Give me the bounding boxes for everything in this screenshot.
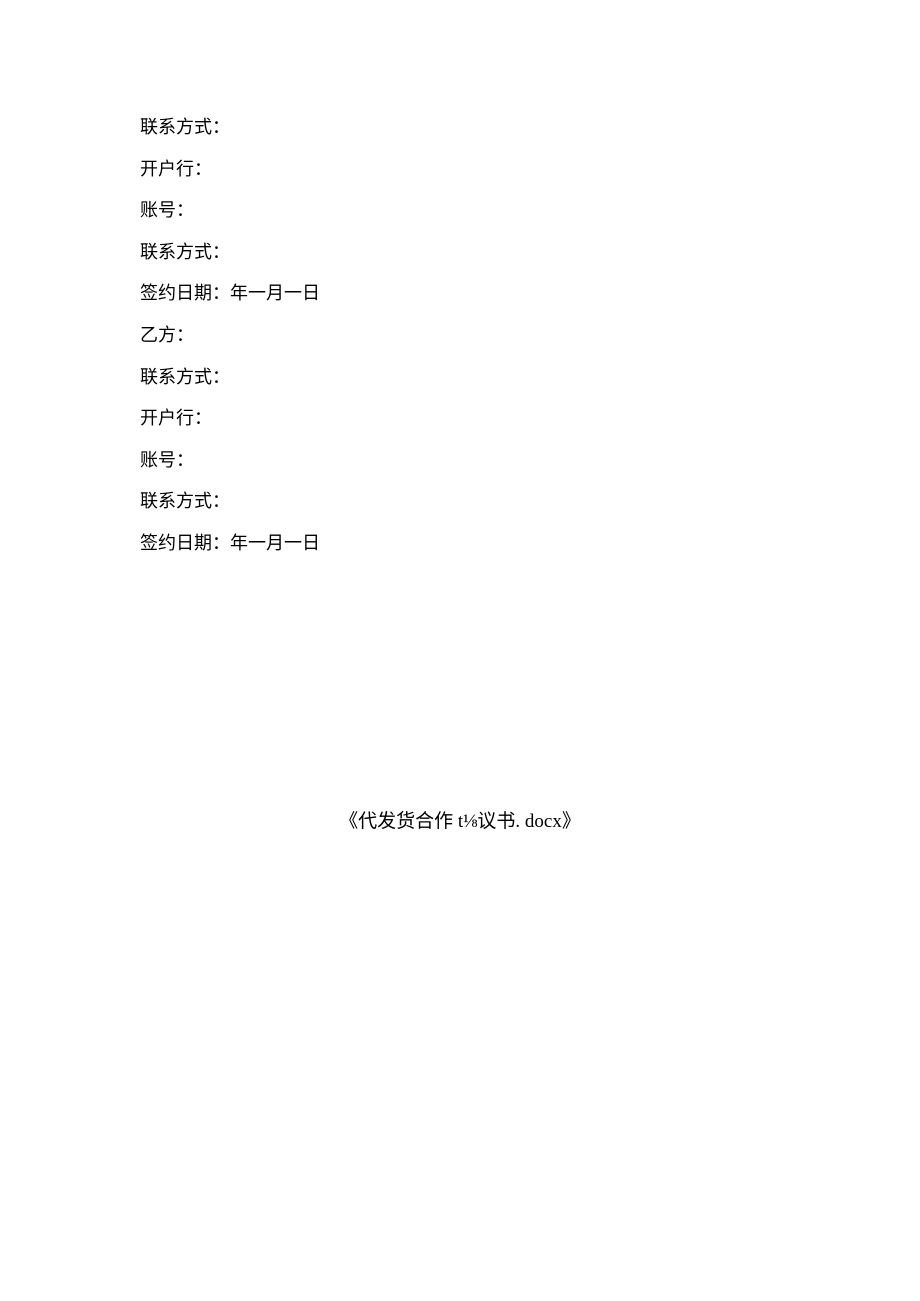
bank-field-2: 开户行：	[140, 399, 780, 439]
contact-method-field-2: 联系方式：	[140, 358, 780, 398]
contact-method-field-1: 联系方式：	[140, 108, 780, 148]
document-title-footer: 《代发货合作 t⅛议书. docx》	[0, 806, 920, 833]
account-field-1: 账号：	[140, 191, 780, 231]
party-b-field: 乙方：	[140, 316, 780, 356]
bank-field-1: 开户行：	[140, 150, 780, 190]
contact-method-field-2b: 联系方式：	[140, 482, 780, 522]
sign-date-field-2: 签约日期：年一月一日	[140, 524, 780, 564]
account-field-2: 账号：	[140, 441, 780, 481]
contact-method-field-1b: 联系方式：	[140, 233, 780, 273]
sign-date-field-1: 签约日期：年一月一日	[140, 274, 780, 314]
